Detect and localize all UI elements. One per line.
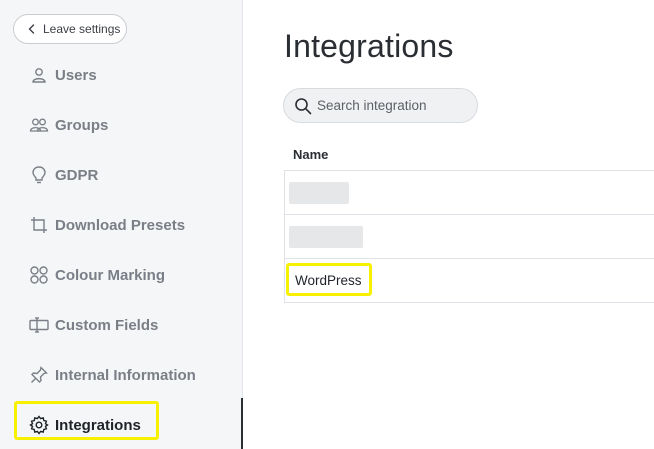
integration-name[interactable]: WordPress [295,273,362,288]
search-box[interactable] [283,88,478,123]
chevron-left-icon [26,22,40,36]
circles-icon [28,264,50,286]
sidebar-item-internal-information[interactable]: Internal Information [16,358,226,392]
sidebar-item-label: GDPR [55,166,99,184]
settings-sidebar: Leave settings Users Groups GDPR Downloa [0,0,243,449]
leave-settings-button[interactable]: Leave settings [13,14,127,44]
main-content: Integrations Name WordPress [243,0,654,449]
table-row[interactable]: WordPress [284,258,654,303]
sidebar-item-gdpr[interactable]: GDPR [16,158,226,192]
sidebar-item-label: Download Presets [55,216,186,234]
table-row[interactable] [284,170,654,214]
pin-icon [28,364,50,386]
page-title: Integrations [284,28,454,64]
column-header-name[interactable]: Name [293,147,328,162]
users-icon [28,114,50,136]
sidebar-item-label: Custom Fields [55,316,159,334]
sidebar-item-custom-fields[interactable]: Custom Fields [16,308,226,342]
settings-app: Leave settings Users Groups GDPR Downloa [0,0,654,449]
redacted-text [289,225,363,248]
redacted-text [289,181,349,204]
sidebar-item-integrations[interactable]: Integrations [16,408,226,442]
text-field-icon [28,314,50,336]
integrations-table: WordPress [284,170,654,303]
crop-icon [28,214,50,236]
user-icon [28,64,50,86]
sidebar-item-users[interactable]: Users [16,58,226,92]
lightbulb-icon [28,164,50,186]
leave-settings-label: Leave settings [43,22,121,36]
table-row[interactable] [284,214,654,258]
sidebar-item-download-presets[interactable]: Download Presets [16,208,226,242]
search-icon [294,97,312,115]
gear-icon [28,414,50,436]
sidebar-item-label: Groups [55,116,109,134]
sidebar-item-label: Integrations [55,416,141,434]
search-input[interactable] [317,98,467,113]
sidebar-item-label: Internal Information [55,366,196,384]
sidebar-item-groups[interactable]: Groups [16,108,226,142]
sidebar-item-label: Users [55,66,97,84]
sidebar-item-label: Colour Marking [55,266,166,284]
sidebar-item-colour-marking[interactable]: Colour Marking [16,258,226,292]
